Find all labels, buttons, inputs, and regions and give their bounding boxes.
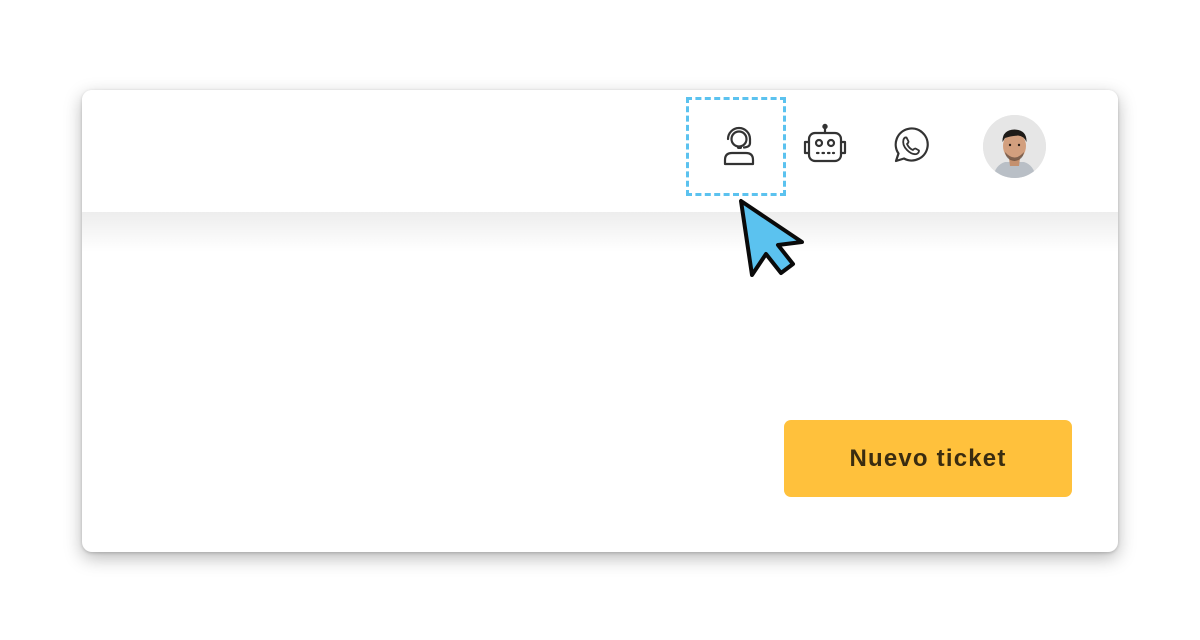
headset-agent-icon	[717, 124, 761, 168]
avatar[interactable]	[983, 115, 1046, 178]
app-window: Nuevo ticket	[82, 90, 1118, 552]
new-ticket-button[interactable]: Nuevo ticket	[784, 420, 1072, 497]
robot-icon	[801, 122, 849, 170]
agent-button[interactable]	[715, 122, 763, 170]
whatsapp-button[interactable]	[886, 122, 934, 170]
avatar-portrait	[983, 115, 1046, 178]
whatsapp-icon	[888, 124, 932, 168]
top-bar	[82, 90, 1118, 212]
screen: Nuevo ticket	[0, 0, 1200, 640]
top-bar-shadow	[82, 212, 1118, 252]
bot-button[interactable]	[801, 122, 849, 170]
